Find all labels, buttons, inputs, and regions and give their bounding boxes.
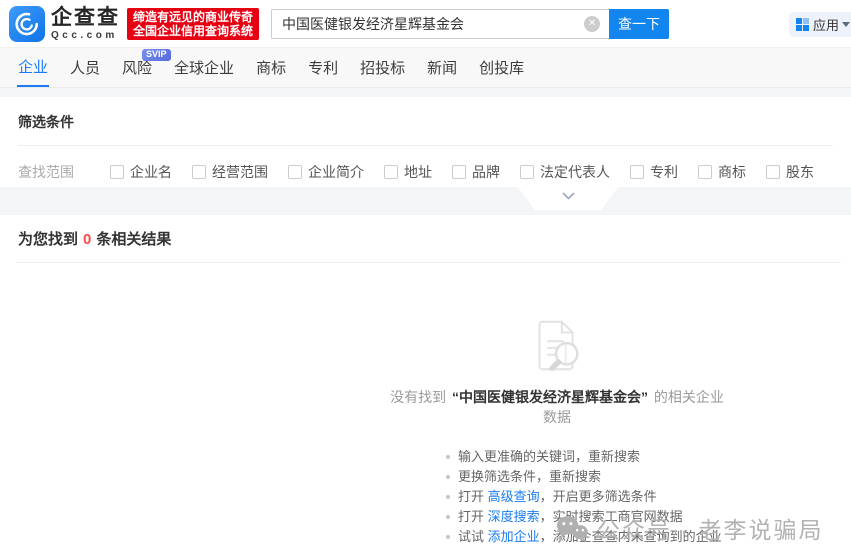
tab-risk[interactable]: 风险 SVIP — [121, 48, 153, 87]
expand-filters-button[interactable] — [518, 187, 618, 210]
suggestion-text: 更换筛选条件，重新搜索 — [458, 469, 601, 484]
results-count: 0 — [83, 231, 91, 248]
watermark: 公众号 · 老李说骗局 — [556, 511, 823, 545]
checkbox — [520, 165, 534, 179]
wechat-icon — [556, 515, 588, 542]
filter-option-label: 法定代表人 — [540, 162, 610, 182]
qcc-logo[interactable]: 企查查 Qcc.com — [9, 6, 120, 42]
slogan-banner: 缔造有远见的商业传奇 全国企业信用查询系统 — [127, 8, 259, 40]
watermark-text: 公众号 · 老李说骗局 — [597, 511, 823, 545]
filter-panel: 筛选条件 查找范围 企业名 经营范围 企业简介 地址 品牌 — [0, 97, 851, 187]
results-suffix: 条相关结果 — [96, 231, 171, 248]
tab-people[interactable]: 人员 — [69, 48, 101, 87]
nav-tabs: 企业 人员 风险 SVIP 全球企业 商标 专利 招投标 新闻 创投库 — [0, 48, 851, 88]
qcc-logo-icon — [9, 6, 45, 42]
tab-patent[interactable]: 专利 — [307, 48, 339, 87]
search-bar: ✕ 查一下 — [271, 9, 669, 39]
filter-option-company-name[interactable]: 企业名 — [110, 162, 172, 182]
filter-option-label: 企业简介 — [308, 162, 364, 182]
document-search-icon — [385, 315, 729, 377]
checkbox — [288, 165, 302, 179]
filter-option-legal-rep[interactable]: 法定代表人 — [520, 162, 610, 182]
brand-name: 企查查 — [51, 7, 120, 28]
svip-badge: SVIP — [142, 49, 171, 61]
section-gap — [0, 88, 851, 97]
clear-search-icon[interactable]: ✕ — [584, 16, 600, 32]
checkbox — [384, 165, 398, 179]
chevron-down-icon — [562, 192, 575, 200]
grid-icon — [796, 18, 809, 31]
suggestion-text: 输入更准确的关键词，重新搜索 — [458, 449, 640, 464]
filter-option-brand[interactable]: 品牌 — [452, 162, 500, 182]
header: 企查查 Qcc.com 缔造有远见的商业传奇 全国企业信用查询系统 ✕ 查一下 … — [0, 0, 851, 48]
tab-news[interactable]: 新闻 — [426, 48, 458, 87]
checkbox — [110, 165, 124, 179]
apps-button-label: 应用 — [813, 15, 839, 34]
search-input[interactable] — [271, 9, 609, 39]
page: 企查查 Qcc.com 缔造有远见的商业传奇 全国企业信用查询系统 ✕ 查一下 … — [0, 0, 851, 560]
apps-button[interactable]: 应用 — [789, 12, 851, 37]
suggestion-item: 输入更准确的关键词，重新搜索 — [446, 447, 729, 467]
checkbox — [630, 165, 644, 179]
tab-global-enterprise[interactable]: 全球企业 — [173, 48, 235, 87]
filter-option-label: 商标 — [718, 162, 746, 182]
suggestion-item: 打开 高级查询，开启更多筛选条件 — [446, 487, 729, 507]
results-heading: 为您找到 0 条相关结果 — [18, 228, 833, 249]
filter-title: 筛选条件 — [18, 112, 833, 132]
scope-label: 查找范围 — [18, 162, 74, 182]
add-company-link[interactable]: 添加企业 — [488, 529, 540, 544]
filter-option-label: 品牌 — [472, 162, 500, 182]
filter-option-label: 经营范围 — [212, 162, 268, 182]
spiral-c-icon — [15, 12, 39, 36]
tab-bidding[interactable]: 招投标 — [359, 48, 406, 87]
filter-option-shareholder[interactable]: 股东 — [766, 162, 814, 182]
filter-option-company-profile[interactable]: 企业简介 — [288, 162, 364, 182]
checkbox — [698, 165, 712, 179]
suggestion-item: 更换筛选条件，重新搜索 — [446, 467, 729, 487]
slogan-line1: 缔造有远见的商业传奇 — [133, 10, 253, 24]
chevron-down-icon — [842, 22, 850, 27]
divider — [16, 262, 841, 263]
suggestion-text: 试试 — [458, 529, 488, 544]
results-prefix: 为您找到 — [18, 231, 78, 248]
filter-option-label: 股东 — [786, 162, 814, 182]
filter-option-label: 专利 — [650, 162, 678, 182]
advanced-search-link[interactable]: 高级查询 — [488, 489, 540, 504]
filter-option-address[interactable]: 地址 — [384, 162, 432, 182]
results-panel: 为您找到0条相关结果 没有找到 “中国医健银发经济星辉基金会” 的相关企业数据 … — [0, 215, 851, 560]
filter-option-trademark[interactable]: 商标 — [698, 162, 746, 182]
filter-option-business-scope[interactable]: 经营范围 — [192, 162, 268, 182]
search-box: ✕ — [271, 9, 609, 39]
tab-trademark[interactable]: 商标 — [255, 48, 287, 87]
empty-message: 没有找到 “中国医健银发经济星辉基金会” 的相关企业数据 — [385, 387, 729, 427]
checkbox — [192, 165, 206, 179]
slogan-line2: 全国企业信用查询系统 — [133, 24, 253, 38]
checkbox — [766, 165, 780, 179]
brand-domain: Qcc.com — [51, 31, 120, 41]
suggestion-text: 打开 — [458, 509, 488, 524]
deep-search-link[interactable]: 深度搜索 — [488, 509, 540, 524]
empty-message-prefix: 没有找到 — [390, 389, 450, 405]
empty-message-query: “中国医健银发经济星辉基金会” — [452, 389, 648, 405]
suggestion-text: 打开 — [458, 489, 488, 504]
qcc-logo-text: 企查查 Qcc.com — [51, 7, 120, 41]
tab-enterprise[interactable]: 企业 — [17, 48, 49, 87]
search-button[interactable]: 查一下 — [609, 9, 669, 39]
filter-option-patent[interactable]: 专利 — [630, 162, 678, 182]
filter-option-label: 地址 — [404, 162, 432, 182]
expander-strip — [0, 187, 851, 215]
filter-row: 查找范围 企业名 经营范围 企业简介 地址 品牌 — [18, 146, 833, 182]
checkbox — [452, 165, 466, 179]
suggestion-text: ，开启更多筛选条件 — [540, 489, 657, 504]
filter-option-label: 企业名 — [130, 162, 172, 182]
tab-venture[interactable]: 创投库 — [478, 48, 525, 87]
